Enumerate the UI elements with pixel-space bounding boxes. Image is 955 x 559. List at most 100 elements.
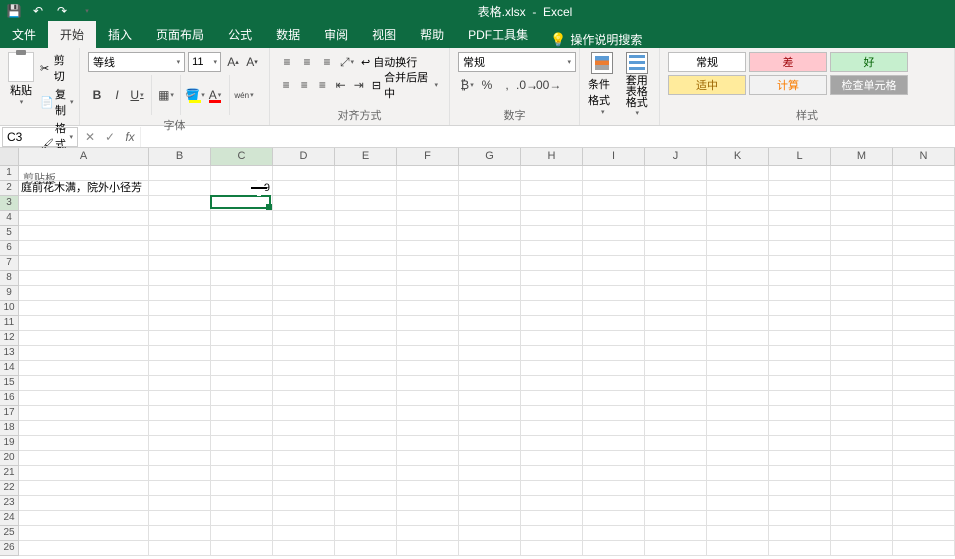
cell-A20[interactable] bbox=[19, 451, 149, 466]
cell-H4[interactable] bbox=[521, 211, 583, 226]
column-header-F[interactable]: F bbox=[397, 148, 459, 165]
cell-J16[interactable] bbox=[645, 391, 707, 406]
cell-M2[interactable] bbox=[831, 181, 893, 196]
cell-D16[interactable] bbox=[273, 391, 335, 406]
cell-B13[interactable] bbox=[149, 346, 211, 361]
cell-A14[interactable] bbox=[19, 361, 149, 376]
cell-J17[interactable] bbox=[645, 406, 707, 421]
cell-G8[interactable] bbox=[459, 271, 521, 286]
tab-help[interactable]: 帮助 bbox=[408, 21, 456, 48]
column-header-M[interactable]: M bbox=[831, 148, 893, 165]
cell-L19[interactable] bbox=[769, 436, 831, 451]
tab-pdf[interactable]: PDF工具集 bbox=[456, 21, 540, 48]
cell-J3[interactable] bbox=[645, 196, 707, 211]
cell-G5[interactable] bbox=[459, 226, 521, 241]
cell-M4[interactable] bbox=[831, 211, 893, 226]
cell-B8[interactable] bbox=[149, 271, 211, 286]
cell-C7[interactable] bbox=[211, 256, 273, 271]
cell-F21[interactable] bbox=[397, 466, 459, 481]
cell-H23[interactable] bbox=[521, 496, 583, 511]
cell-C2[interactable]: 9 bbox=[211, 181, 273, 196]
cell-B7[interactable] bbox=[149, 256, 211, 271]
column-header-B[interactable]: B bbox=[149, 148, 211, 165]
cell-L15[interactable] bbox=[769, 376, 831, 391]
cell-E10[interactable] bbox=[335, 301, 397, 316]
cell-D8[interactable] bbox=[273, 271, 335, 286]
cell-E16[interactable] bbox=[335, 391, 397, 406]
cell-I7[interactable] bbox=[583, 256, 645, 271]
cell-K10[interactable] bbox=[707, 301, 769, 316]
cell-L22[interactable] bbox=[769, 481, 831, 496]
cell-C10[interactable] bbox=[211, 301, 273, 316]
cell-C23[interactable] bbox=[211, 496, 273, 511]
cell-J9[interactable] bbox=[645, 286, 707, 301]
row-header-2[interactable]: 2 bbox=[0, 181, 18, 196]
cell-D2[interactable] bbox=[273, 181, 335, 196]
cell-K6[interactable] bbox=[707, 241, 769, 256]
cell-L18[interactable] bbox=[769, 421, 831, 436]
cell-N11[interactable] bbox=[893, 316, 955, 331]
cell-M23[interactable] bbox=[831, 496, 893, 511]
increase-indent-button[interactable]: ⇥ bbox=[351, 75, 367, 95]
number-format-combo[interactable]: 常规▾ bbox=[458, 52, 576, 72]
cell-M6[interactable] bbox=[831, 241, 893, 256]
cell-M21[interactable] bbox=[831, 466, 893, 481]
cell-A16[interactable] bbox=[19, 391, 149, 406]
cell-G15[interactable] bbox=[459, 376, 521, 391]
cell-A18[interactable] bbox=[19, 421, 149, 436]
cell-G25[interactable] bbox=[459, 526, 521, 541]
cell-C26[interactable] bbox=[211, 541, 273, 556]
cell-H1[interactable] bbox=[521, 166, 583, 181]
cell-C24[interactable] bbox=[211, 511, 273, 526]
column-header-H[interactable]: H bbox=[521, 148, 583, 165]
cell-A19[interactable] bbox=[19, 436, 149, 451]
cell-K5[interactable] bbox=[707, 226, 769, 241]
cell-E13[interactable] bbox=[335, 346, 397, 361]
cell-I1[interactable] bbox=[583, 166, 645, 181]
cell-N7[interactable] bbox=[893, 256, 955, 271]
row-header-12[interactable]: 12 bbox=[0, 331, 18, 346]
row-header-1[interactable]: 1 bbox=[0, 166, 18, 181]
row-header-17[interactable]: 17 bbox=[0, 406, 18, 421]
increase-font-button[interactable]: A▴ bbox=[224, 52, 242, 72]
cell-K15[interactable] bbox=[707, 376, 769, 391]
cell-N8[interactable] bbox=[893, 271, 955, 286]
cell-I3[interactable] bbox=[583, 196, 645, 211]
tab-insert[interactable]: 插入 bbox=[96, 21, 144, 48]
italic-button[interactable]: I bbox=[108, 85, 126, 105]
cell-C13[interactable] bbox=[211, 346, 273, 361]
cell-L5[interactable] bbox=[769, 226, 831, 241]
row-header-21[interactable]: 21 bbox=[0, 466, 18, 481]
cell-style-good[interactable]: 好 bbox=[830, 52, 908, 72]
cell-style-neutral[interactable]: 适中 bbox=[668, 75, 746, 95]
column-header-C[interactable]: C bbox=[211, 148, 273, 165]
cell-F6[interactable] bbox=[397, 241, 459, 256]
cell-H16[interactable] bbox=[521, 391, 583, 406]
cell-B11[interactable] bbox=[149, 316, 211, 331]
cell-M5[interactable] bbox=[831, 226, 893, 241]
font-color-button[interactable]: A▾ bbox=[206, 85, 224, 105]
percent-button[interactable]: % bbox=[478, 75, 496, 95]
cell-H8[interactable] bbox=[521, 271, 583, 286]
column-header-J[interactable]: J bbox=[645, 148, 707, 165]
cell-N16[interactable] bbox=[893, 391, 955, 406]
cell-G21[interactable] bbox=[459, 466, 521, 481]
row-header-23[interactable]: 23 bbox=[0, 496, 18, 511]
cell-N22[interactable] bbox=[893, 481, 955, 496]
cell-L24[interactable] bbox=[769, 511, 831, 526]
formula-input[interactable] bbox=[140, 127, 955, 147]
qat-more-icon[interactable]: ▾ bbox=[79, 3, 95, 19]
cell-D1[interactable] bbox=[273, 166, 335, 181]
cell-D18[interactable] bbox=[273, 421, 335, 436]
cell-C16[interactable] bbox=[211, 391, 273, 406]
cell-C20[interactable] bbox=[211, 451, 273, 466]
cell-B6[interactable] bbox=[149, 241, 211, 256]
cell-E5[interactable] bbox=[335, 226, 397, 241]
cell-I4[interactable] bbox=[583, 211, 645, 226]
cell-B17[interactable] bbox=[149, 406, 211, 421]
column-header-D[interactable]: D bbox=[273, 148, 335, 165]
cell-G2[interactable] bbox=[459, 181, 521, 196]
cell-F1[interactable] bbox=[397, 166, 459, 181]
cell-L11[interactable] bbox=[769, 316, 831, 331]
cell-F4[interactable] bbox=[397, 211, 459, 226]
